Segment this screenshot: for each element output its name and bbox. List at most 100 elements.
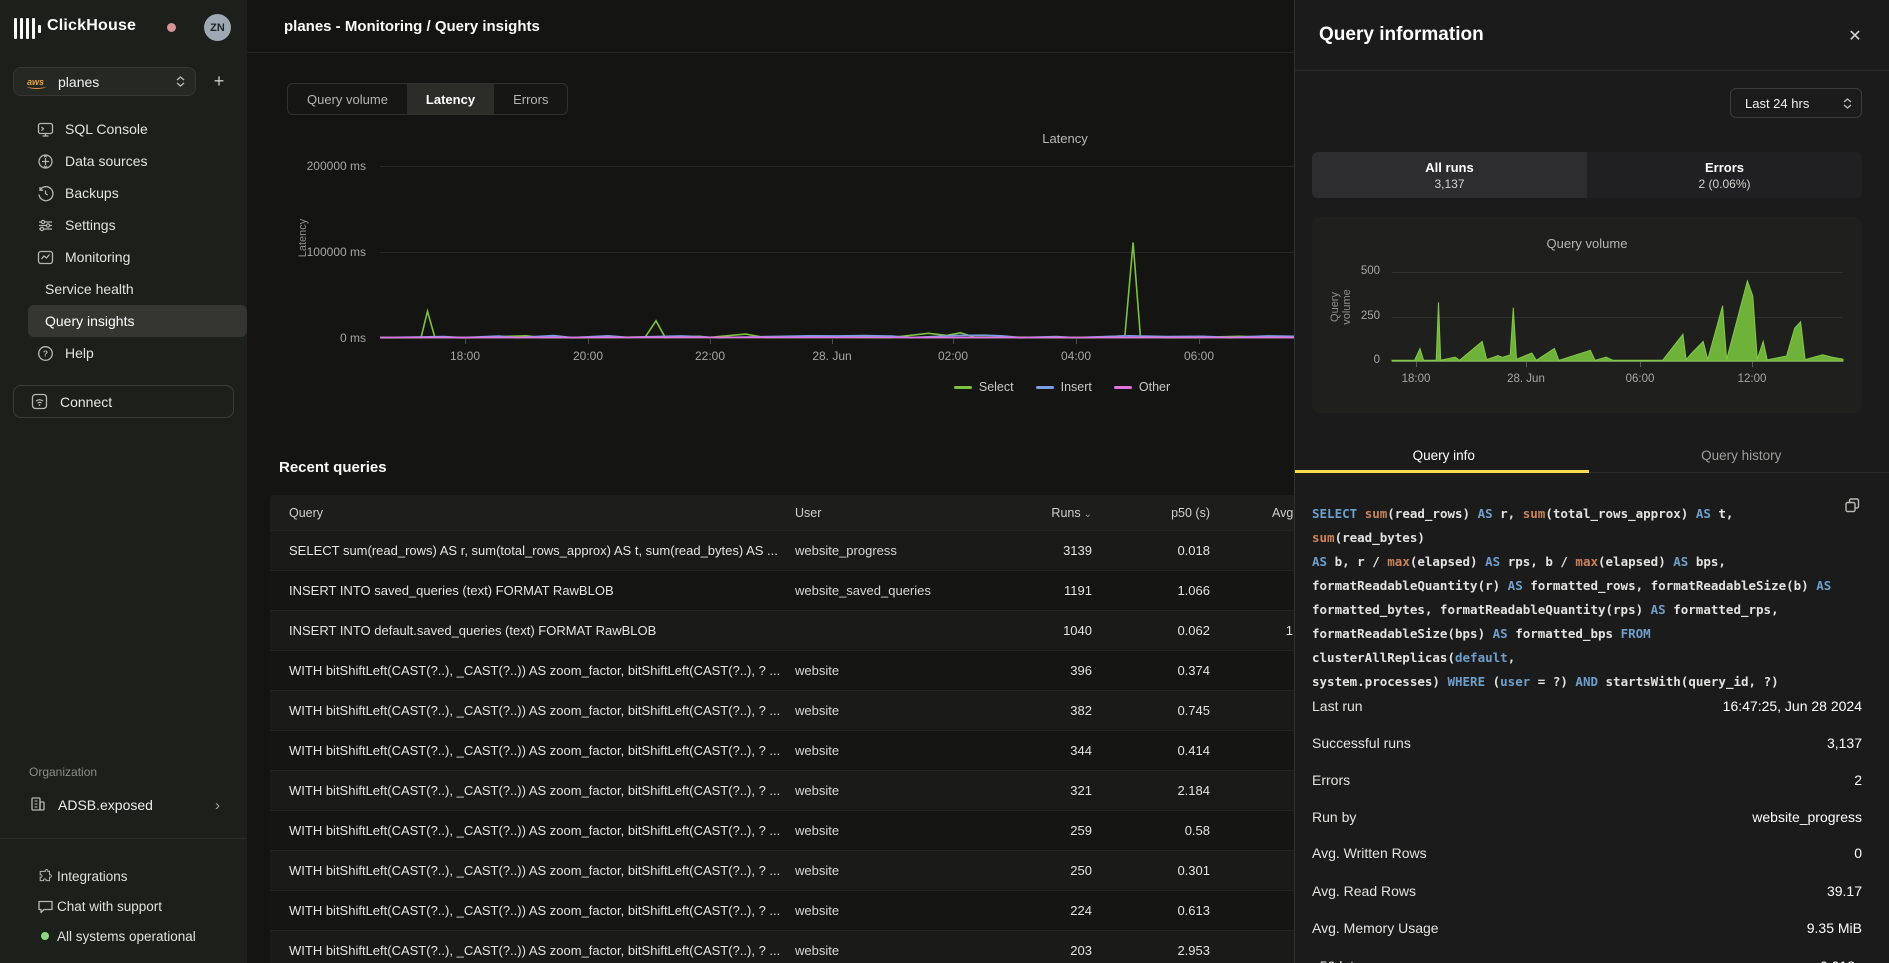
- volume-x-tickmark: [1752, 362, 1753, 367]
- legend-dash-icon: [1036, 386, 1054, 389]
- stat-label: Errors: [1312, 772, 1350, 788]
- sidebar: ClickHouse ZN aws planes + SQL ConsoleDa…: [0, 0, 247, 963]
- aws-icon: aws: [27, 77, 44, 87]
- footer-item-chat-with-support[interactable]: Chat with support: [0, 891, 247, 921]
- app-root: ClickHouse ZN aws planes + SQL ConsoleDa…: [0, 0, 1889, 963]
- tab-value: 2 (0.06%): [1698, 177, 1750, 191]
- column-header-user[interactable]: User: [795, 506, 1035, 520]
- latency-legend: Select Insert Other: [887, 380, 1237, 394]
- organization-icon: [30, 796, 48, 814]
- tab-query-info[interactable]: Query info: [1295, 438, 1593, 472]
- sql-line: formatReadableQuantity(r) AS formatted_r…: [1312, 574, 1838, 598]
- tab-query-history[interactable]: Query history: [1593, 438, 1889, 472]
- backups-icon: [36, 184, 54, 202]
- footer-item-label: Integrations: [57, 869, 128, 884]
- tab-errors[interactable]: Errors: [494, 84, 567, 114]
- settings-icon: [36, 216, 54, 234]
- cell-query: WITH bitShiftLeft(CAST(?..), _CAST(?..))…: [270, 663, 795, 678]
- legend-item-select[interactable]: Select: [954, 380, 1014, 394]
- legend-label: Insert: [1061, 380, 1092, 394]
- stat-label: Avg. Memory Usage: [1312, 920, 1439, 936]
- sidebar-item-data-sources[interactable]: Data sources: [28, 145, 247, 177]
- table-row[interactable]: INSERT INTO default.saved_queries (text)…: [270, 610, 1326, 650]
- sidebar-item-sql-console[interactable]: SQL Console: [28, 113, 247, 145]
- sidebar-footer: Integrations Chat with supportAll systems…: [0, 861, 247, 951]
- stat-row-avg-written-rows: Avg. Written Rows0: [1312, 841, 1862, 865]
- sql-console-icon: [36, 120, 54, 138]
- close-icon[interactable]: ✕: [1841, 22, 1869, 50]
- organization-selector[interactable]: ADSB.exposed ›: [13, 790, 234, 820]
- table-row[interactable]: WITH bitShiftLeft(CAST(?..), _CAST(?..))…: [270, 890, 1326, 930]
- monitoring-icon: [36, 248, 54, 266]
- service-selector[interactable]: aws planes: [13, 67, 196, 96]
- sidebar-item-monitoring[interactable]: Monitoring: [28, 241, 247, 273]
- help-icon: ?: [36, 344, 54, 362]
- latency-y-tick: 0 ms: [296, 331, 366, 345]
- connect-button[interactable]: Connect: [13, 385, 234, 418]
- table-row[interactable]: SELECT sum(read_rows) AS r, sum(total_ro…: [270, 530, 1326, 570]
- cell-query: INSERT INTO default.saved_queries (text)…: [270, 623, 795, 638]
- add-service-button[interactable]: +: [206, 68, 232, 94]
- stat-value: website_progress: [1752, 809, 1862, 825]
- cell-p50: 0.414: [1125, 743, 1243, 758]
- stat-row-run-by: Run bywebsite_progress: [1312, 805, 1862, 829]
- notification-dot[interactable]: [167, 23, 176, 32]
- cell-user: website: [795, 743, 1035, 758]
- cell-user: website: [795, 703, 1035, 718]
- table-row[interactable]: WITH bitShiftLeft(CAST(?..), _CAST(?..))…: [270, 690, 1326, 730]
- cell-runs: 224: [1035, 903, 1125, 918]
- cell-query: WITH bitShiftLeft(CAST(?..), _CAST(?..))…: [270, 863, 795, 878]
- tab-query-volume[interactable]: Query volume: [288, 84, 407, 114]
- footer-item-all-systems-operational[interactable]: All systems operational: [0, 921, 247, 951]
- table-row[interactable]: WITH bitShiftLeft(CAST(?..), _CAST(?..))…: [270, 730, 1326, 770]
- cell-p50: 0.062: [1125, 623, 1243, 638]
- footer-item-integrations[interactable]: Integrations: [0, 861, 247, 891]
- cell-user: website: [795, 863, 1035, 878]
- latency-x-tick: 04:00: [1046, 349, 1106, 363]
- cell-p50: 0.301: [1125, 863, 1243, 878]
- column-header-query[interactable]: Query: [270, 506, 795, 520]
- stat-value: 39.17: [1827, 883, 1862, 899]
- copy-icon[interactable]: [1841, 496, 1863, 518]
- stat-value: 16:47:25, Jun 28 2024: [1723, 698, 1862, 714]
- status-dot-icon: [41, 932, 49, 940]
- cell-user: website_progress: [795, 543, 1035, 558]
- sidebar-item-settings[interactable]: Settings: [28, 209, 247, 241]
- tab-label: Errors: [1705, 160, 1744, 175]
- tab-errors[interactable]: Errors 2 (0.06%): [1587, 152, 1862, 198]
- table-row[interactable]: WITH bitShiftLeft(CAST(?..), _CAST(?..))…: [270, 930, 1326, 963]
- cell-p50: 0.374: [1125, 663, 1243, 678]
- table-row[interactable]: WITH bitShiftLeft(CAST(?..), _CAST(?..))…: [270, 650, 1326, 690]
- latency-y-tick: 100000 ms: [296, 245, 366, 259]
- organization-name: ADSB.exposed: [58, 797, 153, 813]
- sidebar-item-query-insights[interactable]: Query insights: [28, 305, 247, 337]
- legend-item-other[interactable]: Other: [1114, 380, 1170, 394]
- table-row[interactable]: WITH bitShiftLeft(CAST(?..), _CAST(?..))…: [270, 770, 1326, 810]
- tab-latency[interactable]: Latency: [407, 84, 494, 114]
- column-header-runs[interactable]: Runs⌄: [1035, 506, 1125, 520]
- latency-x-tick: 18:00: [435, 349, 495, 363]
- sidebar-item-help[interactable]: ?Help: [28, 337, 247, 369]
- table-row[interactable]: WITH bitShiftLeft(CAST(?..), _CAST(?..))…: [270, 850, 1326, 890]
- organization-section-label: Organization: [29, 765, 97, 779]
- cell-runs: 382: [1035, 703, 1125, 718]
- cell-runs: 344: [1035, 743, 1125, 758]
- user-avatar[interactable]: ZN: [204, 14, 231, 41]
- table-header-row: Query User Runs⌄ p50 (s) Avg.: [270, 495, 1326, 530]
- sidebar-item-backups[interactable]: Backups: [28, 177, 247, 209]
- column-header-p50[interactable]: p50 (s): [1125, 506, 1243, 520]
- legend-item-insert[interactable]: Insert: [1036, 380, 1092, 394]
- stat-value: 3,137: [1827, 735, 1862, 751]
- tab-all-runs[interactable]: All runs3,137: [1312, 152, 1587, 198]
- volume-x-tickmark: [1416, 362, 1417, 367]
- table-row[interactable]: INSERT INTO saved_queries (text) FORMAT …: [270, 570, 1326, 610]
- sidebar-item-label: Data sources: [65, 153, 147, 169]
- cell-runs: 259: [1035, 823, 1125, 838]
- cell-user: website: [795, 823, 1035, 838]
- sidebar-item-service-health[interactable]: Service health: [28, 273, 247, 305]
- tab-label: All runs: [1425, 160, 1473, 175]
- cell-runs: 250: [1035, 863, 1125, 878]
- recent-queries-table: Query User Runs⌄ p50 (s) Avg. SELECT sum…: [270, 495, 1326, 963]
- time-range-select[interactable]: Last 24 hrs: [1730, 88, 1862, 118]
- table-row[interactable]: WITH bitShiftLeft(CAST(?..), _CAST(?..))…: [270, 810, 1326, 850]
